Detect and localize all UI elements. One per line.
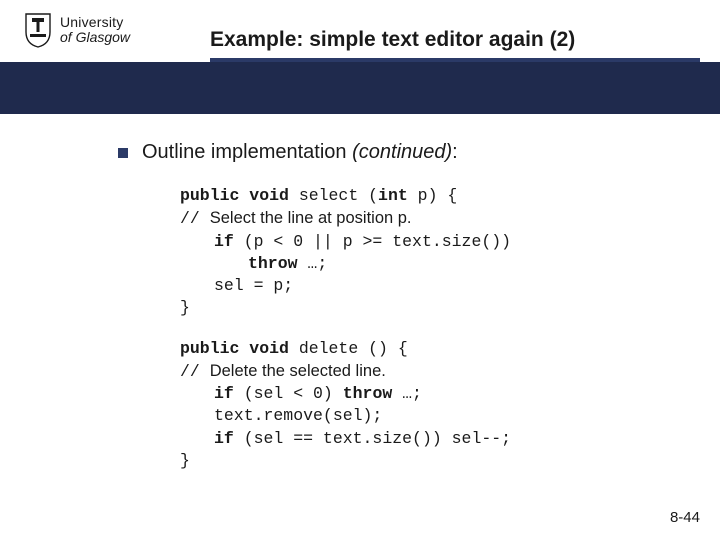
bullet-item: Outline implementation (continued): [118, 140, 658, 165]
logo-text: University of Glasgow [60, 15, 130, 44]
bullet-marker-icon [118, 148, 128, 158]
code-line: } [180, 297, 658, 319]
crest-icon [24, 12, 52, 48]
code-comment: // Delete the selected line. [180, 360, 658, 383]
code-block-select: public void select (int p) { // Select t… [180, 185, 658, 320]
code-line: public void select (int p) { [180, 185, 658, 207]
content-area: Outline implementation (continued): publ… [118, 140, 658, 490]
code-line: } [180, 450, 658, 472]
code-block-delete: public void delete () { // Delete the se… [180, 338, 658, 473]
code-line: text.remove(sel); [180, 405, 658, 427]
accent-band [0, 62, 720, 114]
university-logo: University of Glasgow [24, 12, 130, 48]
logo-line1: University [60, 15, 130, 30]
slide-title: Example: simple text editor again (2) [210, 28, 575, 52]
code-area: public void select (int p) { // Select t… [180, 185, 658, 472]
header: University of Glasgow Example: simple te… [0, 0, 720, 60]
code-line: public void delete () { [180, 338, 658, 360]
page-number: 8-44 [670, 509, 700, 526]
bullet-text: Outline implementation (continued): [142, 140, 458, 165]
slide: University of Glasgow Example: simple te… [0, 0, 720, 540]
code-line: sel = p; [180, 275, 658, 297]
logo-line2: of Glasgow [60, 30, 130, 45]
code-line: if (sel == text.size()) sel--; [180, 428, 658, 450]
code-line: if (p < 0 || p >= text.size()) [180, 231, 658, 253]
code-line: if (sel < 0) throw …; [180, 383, 658, 405]
code-line: throw …; [180, 253, 658, 275]
code-comment: // Select the line at position p. [180, 207, 658, 230]
